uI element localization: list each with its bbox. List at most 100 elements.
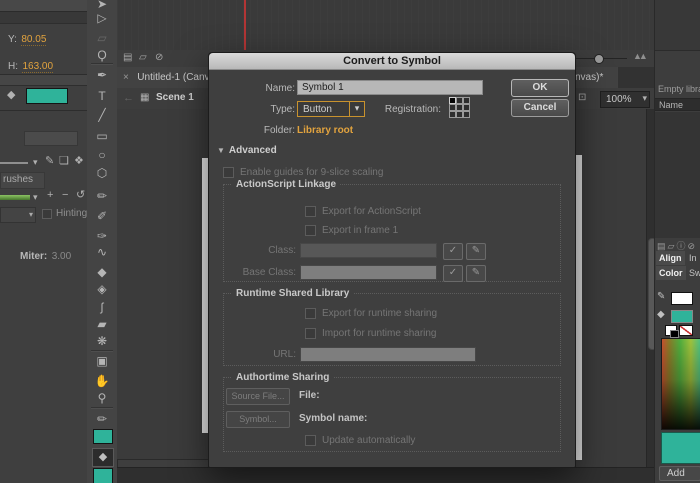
timeline-zoom-handle[interactable] — [594, 54, 604, 64]
tool-asset-warp[interactable]: ❋ — [87, 334, 117, 350]
tool-eyedropper[interactable]: ʃ — [87, 300, 117, 316]
stroke-color-swatch[interactable] — [93, 429, 113, 444]
tab-swatches[interactable]: Sw — [686, 266, 700, 280]
back-arrow-icon[interactable]: ← — [123, 92, 134, 104]
hinting-checkbox[interactable] — [42, 209, 52, 219]
tool-line[interactable]: ╱ — [87, 108, 117, 124]
edit-stroke-icon[interactable]: ✎ — [45, 156, 54, 167]
miter-value[interactable]: 3.00 — [52, 251, 71, 262]
advanced-toggle[interactable]: ▼Advanced — [217, 145, 277, 156]
delete-icon[interactable]: ⊘ — [687, 241, 697, 251]
scene-label[interactable]: Scene 1 — [156, 92, 194, 103]
tool-paint-brush[interactable]: ✑ — [87, 229, 117, 245]
tool-bone[interactable]: ∿ — [87, 245, 117, 261]
tool-text[interactable]: T — [87, 89, 117, 105]
document-tab-continuation: nvas)* — [574, 67, 618, 88]
registration-point-grid[interactable] — [449, 97, 472, 120]
h-value[interactable]: 163.00 — [22, 61, 53, 73]
tool-paint-bucket[interactable]: ◆ — [87, 265, 117, 281]
tool-oval[interactable]: ○ — [87, 148, 117, 164]
reset-icon[interactable]: ↺ — [76, 190, 85, 201]
registration-cell-3[interactable] — [449, 104, 456, 111]
add-icon[interactable]: + — [47, 190, 53, 201]
y-value[interactable]: 80.05 — [21, 34, 46, 46]
stage-zoom-dropdown[interactable]: 100% ▾ — [600, 91, 650, 108]
tool-eraser[interactable]: ▰ — [87, 317, 117, 333]
registration-cell-1[interactable] — [456, 97, 463, 104]
registration-cell-4[interactable] — [456, 104, 463, 111]
stage-zoom-value: 100% — [606, 93, 632, 106]
tool-rectangle[interactable]: ▭ — [87, 129, 117, 145]
no-color-icon[interactable] — [679, 325, 693, 336]
tab-align[interactable]: Align — [656, 251, 685, 265]
folder-link[interactable]: Library root — [297, 125, 353, 136]
enable-guides-label: Enable guides for 9-slice scaling — [240, 167, 383, 179]
stroke-color-swatch[interactable] — [671, 292, 693, 305]
close-icon[interactable]: × — [123, 72, 129, 83]
delete-layer-icon[interactable]: ⊘ — [155, 52, 163, 63]
pencil-icon: ✎ — [472, 245, 480, 256]
tool-free-transform[interactable]: ▱ — [87, 31, 117, 47]
color-spectrum-picker[interactable] — [661, 338, 700, 430]
check-icon: ✓ — [449, 245, 457, 256]
export-runtime-checkbox — [305, 308, 316, 319]
playhead[interactable] — [244, 0, 246, 50]
tool-stroke-color-pencil[interactable]: ✏ — [87, 412, 117, 428]
tool-zoom[interactable]: ⚲ — [87, 391, 117, 407]
document-tab[interactable]: × Untitled-1 (Canva — [117, 67, 208, 88]
tool-brush[interactable]: ✐ — [87, 209, 117, 225]
registration-cell-2[interactable] — [463, 97, 470, 104]
tab-info[interactable]: In — [686, 251, 700, 265]
new-symbol-icon[interactable]: ▤ — [657, 241, 668, 251]
current-color-swatch[interactable] — [661, 432, 700, 464]
remove-icon[interactable]: − — [62, 190, 68, 201]
tool-pen[interactable]: ✒ — [87, 68, 117, 84]
pressure-icon[interactable]: ❖ — [74, 156, 84, 167]
edit-base-class-button: ✎ — [466, 265, 486, 282]
tool-subselection[interactable]: ▷ — [87, 11, 117, 27]
library-name-header[interactable]: Name — [655, 98, 700, 111]
add-to-swatches-button[interactable]: Add — [659, 466, 700, 481]
symbol-type-value: Button — [303, 103, 332, 116]
tool-lasso[interactable]: Ϙ — [87, 48, 117, 64]
registration-cell-6[interactable] — [449, 111, 456, 118]
tab-swatches-label: Sw — [689, 268, 700, 278]
properties-icon[interactable]: ⓘ — [676, 241, 687, 251]
library-item-list[interactable] — [655, 112, 700, 238]
tool-hand[interactable]: ✋ — [87, 374, 117, 390]
ok-button[interactable]: OK — [511, 79, 569, 97]
registration-cell-5[interactable] — [463, 104, 470, 111]
tool-camera[interactable]: ▣ — [87, 354, 117, 370]
black-white-icon[interactable] — [665, 325, 677, 336]
cap-dropdown[interactable]: ▾ — [0, 207, 36, 223]
style-stack-icon[interactable]: ❏ — [59, 156, 69, 167]
brushes-button[interactable]: rushes — [0, 172, 45, 189]
tool-polystar[interactable]: ⬡ — [87, 166, 117, 182]
tool-ink-bottle[interactable]: ◈ — [87, 282, 117, 298]
h-label: H: — [8, 61, 18, 72]
timeline-panel[interactable] — [117, 0, 654, 51]
tab-color[interactable]: Color — [656, 266, 686, 280]
edit-symbols-icon[interactable]: ⊡ — [578, 92, 586, 104]
registration-cell-0-selected[interactable] — [449, 97, 456, 104]
fill-color-control[interactable]: ◆ — [92, 448, 114, 467]
triangle-down-icon: ▼ — [217, 146, 225, 155]
registration-cell-8[interactable] — [463, 111, 470, 118]
tools-panel: ➤▷▱Ϙ✒T╱▭○⬡✏✐✑∿◆◈ʃ▰❋▣✋⚲✏ ◆ — [87, 0, 118, 483]
new-layer-icon[interactable]: ▤ — [123, 52, 132, 63]
cancel-button[interactable]: Cancel — [511, 99, 569, 117]
fill-color-swatch[interactable] — [93, 468, 113, 483]
fill-color-swatch[interactable] — [671, 310, 693, 323]
dialog-title-bar[interactable]: Convert to Symbol — [209, 53, 575, 70]
new-folder-icon[interactable]: ▱ — [139, 52, 147, 63]
tool-pencil[interactable]: ✏ — [87, 189, 117, 205]
stroke-pencil-icon[interactable]: ✎ — [657, 291, 665, 302]
fill-color-swatch[interactable] — [26, 88, 68, 104]
chevron-down-icon[interactable]: ▾ — [33, 192, 38, 203]
chevron-down-icon[interactable]: ▾ — [33, 157, 38, 168]
symbol-type-dropdown[interactable]: Button ▾ — [297, 101, 365, 117]
symbol-name-input[interactable] — [297, 80, 483, 95]
fill-bucket-icon[interactable]: ◆ — [657, 309, 665, 320]
registration-cell-7[interactable] — [456, 111, 463, 118]
panel-section-bar — [0, 12, 87, 24]
